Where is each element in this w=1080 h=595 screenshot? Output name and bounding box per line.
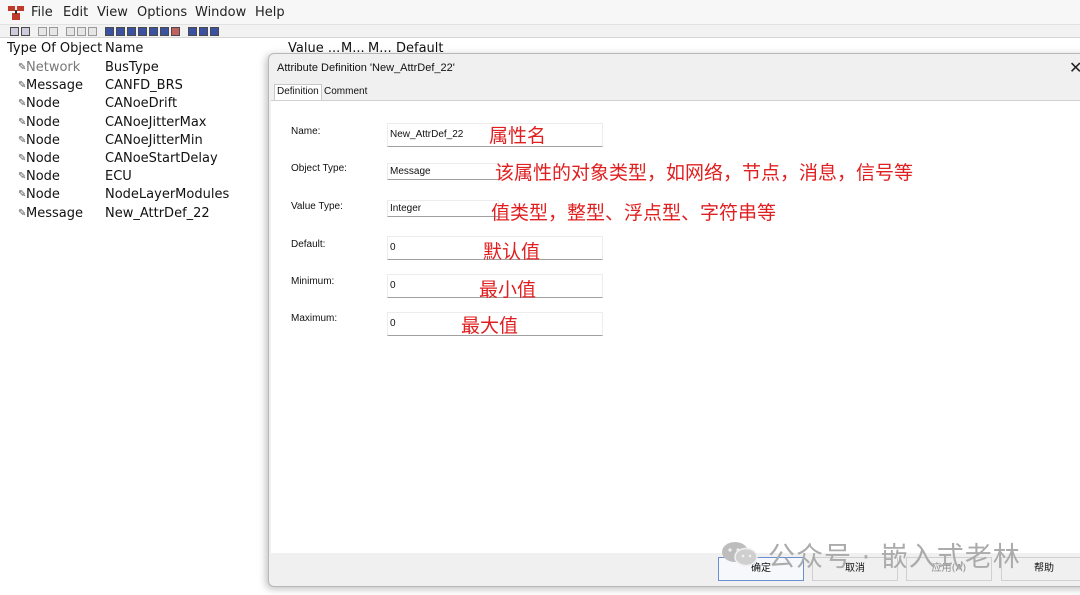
menu-help[interactable]: Help bbox=[255, 5, 285, 20]
paste-icon[interactable] bbox=[49, 27, 58, 36]
color-icon[interactable] bbox=[171, 27, 180, 36]
object-type: Node bbox=[26, 151, 60, 166]
object-type: Message bbox=[26, 78, 83, 93]
attribute-name: CANoeJitterMin bbox=[105, 133, 203, 148]
view-message-icon[interactable] bbox=[127, 27, 136, 36]
attribute-name: ECU bbox=[105, 169, 132, 184]
save-icon[interactable] bbox=[21, 27, 30, 36]
copy-icon[interactable] bbox=[38, 27, 47, 36]
object-type: Message bbox=[26, 206, 83, 221]
list-item[interactable]: ✎ Node CANoeJitterMax bbox=[0, 115, 270, 133]
list-item[interactable]: ✎ Node CANoeStartDelay bbox=[0, 151, 270, 169]
menu-bar: File Edit View Options Window Help bbox=[0, 0, 1080, 25]
attribute-name: CANoeDrift bbox=[105, 96, 178, 111]
attribute-definition-dialog: Attribute Definition 'New_AttrDef_22' ✕ … bbox=[268, 53, 1080, 587]
minimum-label: Minimum: bbox=[291, 276, 335, 287]
view-signal-icon[interactable] bbox=[138, 27, 147, 36]
list-item[interactable]: ✎ Node ECU bbox=[0, 169, 270, 187]
list-item[interactable]: ✎ Message CANFD_BRS bbox=[0, 78, 270, 96]
menu-view[interactable]: View bbox=[97, 5, 128, 20]
tab-comment[interactable]: Comment bbox=[322, 86, 369, 97]
open-icon[interactable] bbox=[10, 27, 19, 36]
object-type: Node bbox=[26, 187, 60, 202]
attribute-name: CANoeStartDelay bbox=[105, 151, 218, 166]
object-type-select[interactable]: Message bbox=[387, 163, 499, 180]
object-type: Node bbox=[26, 96, 60, 111]
view-table-icon[interactable] bbox=[160, 27, 169, 36]
value-type-label: Value Type: bbox=[291, 201, 343, 212]
view-network-icon[interactable] bbox=[105, 27, 114, 36]
value-type-select[interactable]: Integer bbox=[387, 200, 499, 217]
list-item[interactable]: ✎ Node CANoeJitterMin bbox=[0, 133, 270, 151]
annotation-object-type: 该属性的对象类型，如网络，节点，消息，信号等 bbox=[495, 162, 914, 184]
menu-window[interactable]: Window bbox=[195, 5, 246, 20]
annotation-minimum: 最小值 bbox=[479, 279, 537, 301]
object-type: Node bbox=[26, 133, 60, 148]
watermark-text: 公众号 · 嵌入式老林 bbox=[768, 542, 1021, 573]
view-attribute-icon[interactable] bbox=[149, 27, 158, 36]
list-item[interactable]: ✎ Network BusType bbox=[0, 60, 270, 78]
annotation-default: 默认值 bbox=[483, 241, 541, 263]
tab-definition[interactable]: Definition bbox=[274, 84, 322, 100]
attribute-name: CANoeJitterMax bbox=[105, 115, 207, 130]
wechat-icon bbox=[722, 542, 758, 567]
menu-edit[interactable]: Edit bbox=[63, 5, 88, 20]
list-item[interactable]: ✎ Node NodeLayerModules bbox=[0, 187, 270, 205]
delete-icon[interactable] bbox=[77, 27, 86, 36]
app-logo-icon bbox=[8, 6, 24, 20]
watermark: 公众号 · 嵌入式老林 bbox=[718, 535, 1058, 573]
annotation-name: 属性名 bbox=[489, 125, 547, 147]
close-icon[interactable]: ✕ bbox=[1069, 58, 1080, 77]
object-type: Network bbox=[26, 60, 81, 75]
menu-options[interactable]: Options bbox=[137, 5, 187, 20]
cut-icon[interactable] bbox=[66, 27, 75, 36]
object-type-label: Object Type: bbox=[291, 163, 347, 174]
attribute-name: BusType bbox=[105, 60, 159, 75]
dialog-title: Attribute Definition 'New_AttrDef_22' bbox=[277, 62, 455, 74]
annotation-value-type: 值类型，整型、浮点型、字符串等 bbox=[491, 202, 777, 224]
default-label: Default: bbox=[291, 239, 326, 250]
cascade-icon[interactable] bbox=[199, 27, 208, 36]
list-item[interactable]: ✎ Message New_AttrDef_22 bbox=[0, 206, 270, 224]
column-header-name[interactable]: Name bbox=[105, 41, 143, 56]
attribute-name: NodeLayerModules bbox=[105, 187, 230, 202]
tile-icon[interactable] bbox=[188, 27, 197, 36]
object-type: Node bbox=[26, 115, 60, 130]
window-icon[interactable] bbox=[210, 27, 219, 36]
view-node-icon[interactable] bbox=[116, 27, 125, 36]
attribute-name: New_AttrDef_22 bbox=[105, 206, 210, 221]
find-icon[interactable] bbox=[88, 27, 97, 36]
column-header-type[interactable]: Type Of Object bbox=[7, 41, 102, 56]
list-item[interactable]: ✎ Node CANoeDrift bbox=[0, 96, 270, 114]
menu-file[interactable]: File bbox=[31, 5, 53, 20]
attribute-name: CANFD_BRS bbox=[105, 78, 183, 93]
name-label: Name: bbox=[291, 126, 321, 137]
annotation-maximum: 最大值 bbox=[461, 315, 519, 337]
toolbar bbox=[0, 25, 1080, 38]
maximum-label: Maximum: bbox=[291, 313, 338, 324]
object-type: Node bbox=[26, 169, 60, 184]
definition-panel: Name: New_AttrDef_22 属性名 Object Type: Me… bbox=[271, 100, 1080, 553]
